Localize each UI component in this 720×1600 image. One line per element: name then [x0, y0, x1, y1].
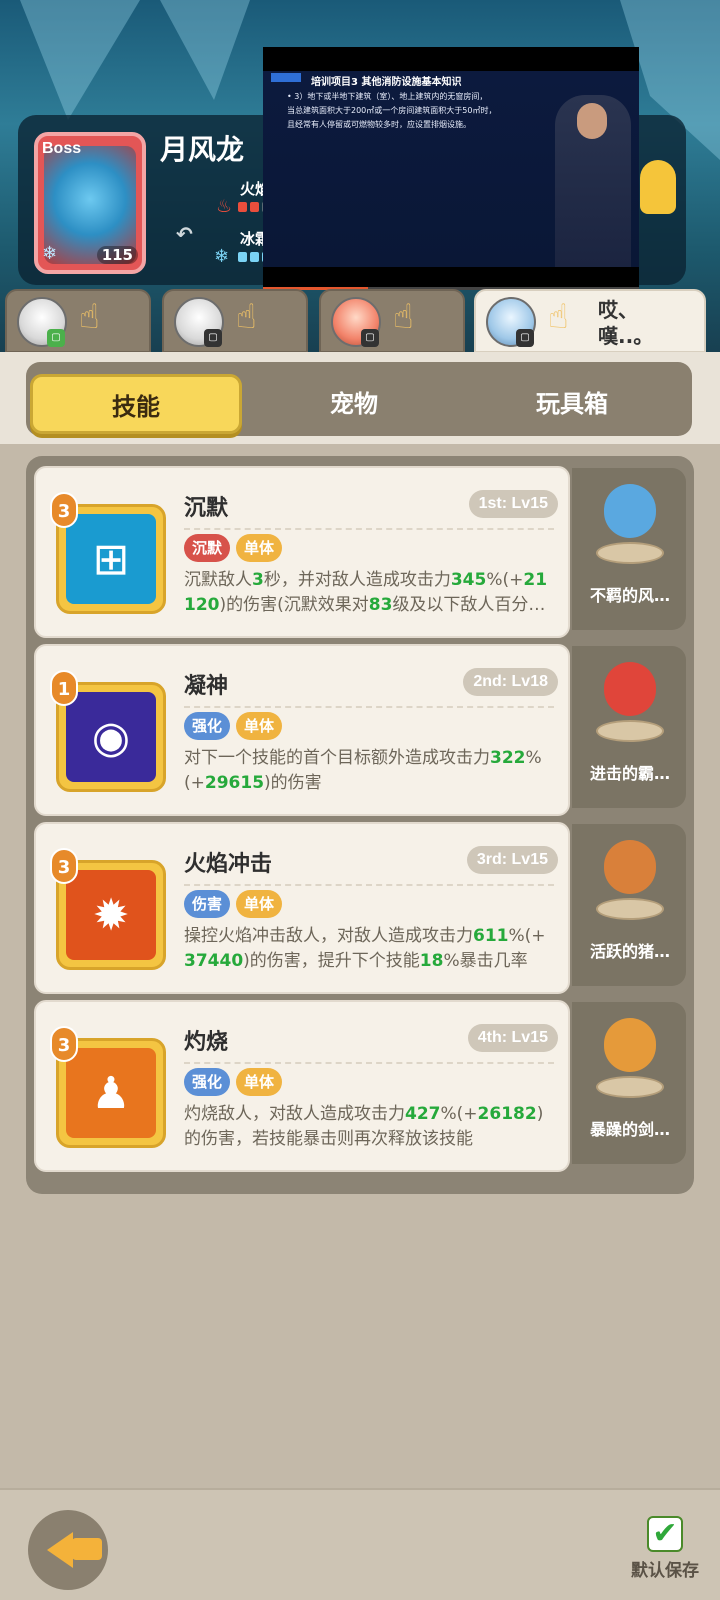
hero-tab-2[interactable]: ▢ ☝	[162, 289, 308, 353]
chat-icon: ▢	[516, 329, 534, 347]
pet-slot[interactable]: 暴躁的剑…	[572, 1002, 686, 1164]
skill-order-badge: 3	[50, 492, 78, 528]
ice-decoration	[160, 0, 250, 100]
skill-order-badge: 3	[50, 848, 78, 884]
chat-icon: ▢	[361, 329, 379, 347]
skill-level-badge: 1st: Lv15	[468, 490, 558, 518]
skill-description: 对下一个技能的首个目标额外造成攻击力322%(+29615)的伤害	[184, 748, 542, 793]
hero-tab-1[interactable]: ▢ ☝	[5, 289, 151, 353]
pet-name: 不羁的风…	[589, 586, 670, 605]
fire-icon: ♨	[216, 196, 233, 217]
back-button[interactable]	[28, 1510, 108, 1590]
skill-card[interactable]: ♟ 3 灼烧 4th: Lv15 强化 单体 灼烧敌人，对敌人造成攻击力427%(+2618…	[34, 1000, 570, 1172]
skill-card[interactable]: ✹ 3 火焰冲击 3rd: Lv15 伤害 单体 操控火焰冲击敌人，对敌人造成攻击力611%…	[34, 822, 570, 994]
presenter-figure	[555, 95, 631, 267]
skill-card[interactable]: ⊞ 3 沉默 1st: Lv15 沉默 单体 沉默敌人3秒，并对敌人造成攻击力345%(+2…	[34, 466, 570, 638]
bell-icon[interactable]	[640, 160, 676, 214]
skill-level-badge: 3rd: Lv15	[466, 846, 558, 874]
pet-figure-icon	[594, 484, 666, 568]
pet-figure-icon	[594, 1018, 666, 1102]
skill-name: 凝神	[184, 674, 229, 699]
skill-order-badge: 3	[50, 1026, 78, 1062]
ice-decoration	[20, 0, 140, 120]
save-label: 默认保存	[631, 1561, 699, 1581]
pet-figure-icon	[594, 662, 666, 746]
divider	[184, 1062, 554, 1064]
default-save-button[interactable]: ✔ 默认保存	[620, 1516, 710, 1581]
swirl-icon: ↶	[176, 222, 193, 246]
divider	[184, 528, 554, 530]
skill-level-badge: 4th: Lv15	[467, 1024, 558, 1052]
skill-level-badge: 2nd: Lv18	[463, 668, 558, 696]
tap-hand-icon: ☝	[548, 297, 569, 337]
divider	[184, 706, 554, 708]
tab-pets[interactable]: 宠物	[248, 374, 460, 434]
checkmark-icon: ✔	[647, 1516, 683, 1552]
skill-tag: 强化	[184, 712, 231, 740]
skill-tag: 强化	[184, 1068, 231, 1096]
pet-figure-icon	[594, 840, 666, 924]
slide-line: • 3）地下或半地下建筑（室）、地上建筑内的无窗房间，	[287, 92, 488, 101]
slide-line: 当总建筑面积大于200㎡或一个房间建筑面积大于50㎡时，	[287, 106, 497, 115]
tab-skills[interactable]: 技能	[30, 374, 242, 434]
video-screen: 培训项目3 其他消防设施基本知识 • 3）地下或半地下建筑（室）、地上建筑内的无…	[263, 71, 639, 267]
skill-tag: 沉默	[184, 534, 231, 562]
back-arrow-icon	[47, 1532, 73, 1568]
boss-level: 115	[96, 246, 138, 264]
back-arrow-icon	[72, 1538, 102, 1560]
skill-tags: 强化 单体	[184, 712, 283, 740]
divider	[184, 884, 554, 886]
skill-name: 沉默	[184, 496, 229, 521]
video-overlay[interactable]: 培训项目3 其他消防设施基本知识 • 3）地下或半地下建筑（室）、地上建筑内的无…	[263, 47, 639, 290]
skill-tag: 单体	[236, 712, 283, 740]
pet-name: 进击的霸…	[589, 764, 670, 783]
skill-tag: 伤害	[184, 890, 231, 918]
pet-name: 暴躁的剑…	[589, 1120, 670, 1139]
skill-tag: 单体	[236, 890, 283, 918]
tap-hand-icon: ☝	[236, 297, 257, 337]
skill-tags: 强化 单体	[184, 1068, 283, 1096]
skill-order-badge: 1	[50, 670, 78, 706]
hero-dialog-text: 哎、嘆..。	[598, 298, 654, 348]
tab-toybox[interactable]: 玩具箱	[466, 374, 678, 434]
skill-name: 灼烧	[184, 1030, 229, 1055]
pet-slot[interactable]: 进击的霸…	[572, 646, 686, 808]
pet-name: 活跃的猪…	[589, 942, 670, 961]
hero-tab-3[interactable]: ▢ ☝	[319, 289, 465, 353]
chat-icon: ▢	[204, 329, 222, 347]
skill-tag: 单体	[236, 534, 283, 562]
hero-tab-4[interactable]: ▢ ☝ 哎、嘆..。	[474, 289, 706, 353]
boss-name: 月风龙	[160, 133, 245, 166]
chat-icon: ▢	[47, 329, 65, 347]
skill-description: 沉默敌人3秒，并对敌人造成攻击力345%(+21120)的伤害(沉默效果对83级…	[184, 570, 548, 615]
skill-description: 灼烧敌人，对敌人造成攻击力427%(+26182)的伤害，若技能暴击则再次释放该…	[184, 1104, 544, 1149]
pet-slot[interactable]: 活跃的猪…	[572, 824, 686, 986]
pet-slot[interactable]: 不羁的风…	[572, 468, 686, 630]
skill-description: 操控火焰冲击敌人，对敌人造成攻击力611%(+37440)的伤害，提升下个技能1…	[184, 926, 546, 971]
slide-title: 培训项目3 其他消防设施基本知识	[311, 77, 462, 88]
boss-tag: Boss	[42, 140, 82, 157]
slide-line: 且经常有人停留或可燃物较多时，应设置排烟设施。	[287, 120, 471, 129]
skill-tag: 单体	[236, 1068, 283, 1096]
tap-hand-icon: ☝	[79, 297, 100, 337]
skill-tags: 沉默 单体	[184, 534, 283, 562]
bottom-bar	[0, 1488, 720, 1600]
element-icon: ❄	[42, 243, 58, 264]
skill-name: 火焰冲击	[184, 852, 273, 877]
snowflake-icon: ❄	[214, 246, 230, 267]
boss-card[interactable]: Boss ❄ 115	[34, 132, 146, 274]
tap-hand-icon: ☝	[393, 297, 414, 337]
skill-card[interactable]: ◉ 1 凝神 2nd: Lv18 强化 单体 对下一个技能的首个目标额外造成攻击力322%(…	[34, 644, 570, 816]
skill-tags: 伤害 单体	[184, 890, 283, 918]
slide-title-bar	[271, 73, 301, 82]
